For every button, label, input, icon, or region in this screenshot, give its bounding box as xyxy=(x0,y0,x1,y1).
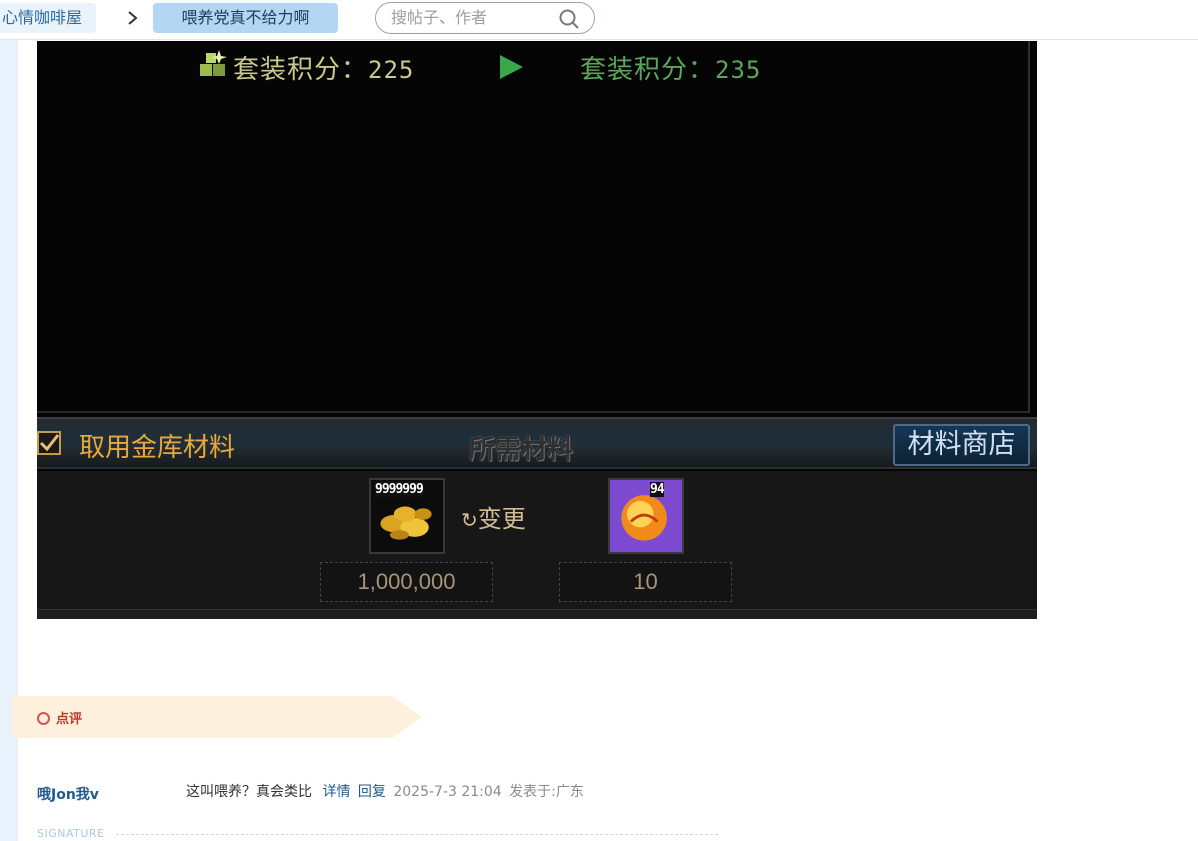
orb-quantity: 10 xyxy=(559,562,732,602)
play-arrow-icon xyxy=(500,55,523,79)
signature-divider xyxy=(116,834,718,835)
game-footer-edge xyxy=(37,609,1037,619)
change-button[interactable]: ↻变更 xyxy=(461,499,526,534)
use-vault-label[interactable]: 取用金库材料 xyxy=(79,427,235,464)
search-placeholder: 搜帖子、作者 xyxy=(391,8,488,27)
refresh-icon: ↻ xyxy=(461,508,478,532)
breadcrumb-forum[interactable]: 心情咖啡屋 xyxy=(0,3,97,33)
review-label: 点评 xyxy=(37,708,82,727)
materials-bar: 取用金库材料 所需材料 材料商店 xyxy=(37,417,1037,469)
circle-icon xyxy=(37,712,50,725)
orb-slot[interactable]: 94 xyxy=(608,478,684,554)
set-score-label: 套装积分： xyxy=(233,55,369,85)
comment-author[interactable]: 哦Jon我v xyxy=(37,784,99,804)
orb-icon xyxy=(610,480,682,552)
game-screenshot: 套装积分：225 套装积分：235 取用金库材料 所需材料 材料商店 99999… xyxy=(37,41,1037,619)
comment-text: 这叫喂养？真会类比 xyxy=(186,784,312,800)
search-icon[interactable] xyxy=(558,8,580,30)
game-upper-panel: 套装积分：225 套装积分：235 xyxy=(37,41,1030,413)
orb-stack-count: 94 xyxy=(650,482,665,497)
set-score-next: 套装积分：235 xyxy=(580,49,761,86)
gold-slot[interactable]: 9999999 xyxy=(369,478,445,554)
set-score-after: 235 xyxy=(715,56,762,84)
materials-panel: 9999999 ↻变更 94 1,000,000 10 xyxy=(37,471,1037,619)
set-score-label-next: 套装积分： xyxy=(580,55,716,85)
gold-stack-count: 9999999 xyxy=(375,482,424,497)
reply-link[interactable]: 回复 xyxy=(358,784,386,800)
gold-quantity: 1,000,000 xyxy=(320,562,493,602)
comment-time: 2025-7-3 21:04 xyxy=(393,784,502,800)
comment-line: 这叫喂养？真会类比 详情 回复 2025-7-3 21:04 发表于:广东 xyxy=(186,781,584,801)
top-bar: 心情咖啡屋 喂养党真不给力啊 搜帖子、作者 xyxy=(0,0,1198,40)
set-score-before: 225 xyxy=(368,56,415,84)
required-materials-label: 所需材料 xyxy=(469,435,574,465)
material-shop-button[interactable]: 材料商店 xyxy=(893,424,1030,466)
change-label: 变更 xyxy=(477,505,526,533)
detail-link[interactable]: 详情 xyxy=(322,784,350,800)
set-score-current: 套装积分：225 xyxy=(197,49,414,86)
checkbox-checked-icon[interactable] xyxy=(37,431,61,455)
chevron-right-icon xyxy=(128,11,138,25)
search-box[interactable]: 搜帖子、作者 xyxy=(375,2,595,34)
breadcrumb-thread[interactable]: 喂养党真不给力啊 xyxy=(153,3,338,33)
comment-location: 发表于:广东 xyxy=(509,784,584,800)
signature-label: SIGNATURE xyxy=(37,827,105,840)
